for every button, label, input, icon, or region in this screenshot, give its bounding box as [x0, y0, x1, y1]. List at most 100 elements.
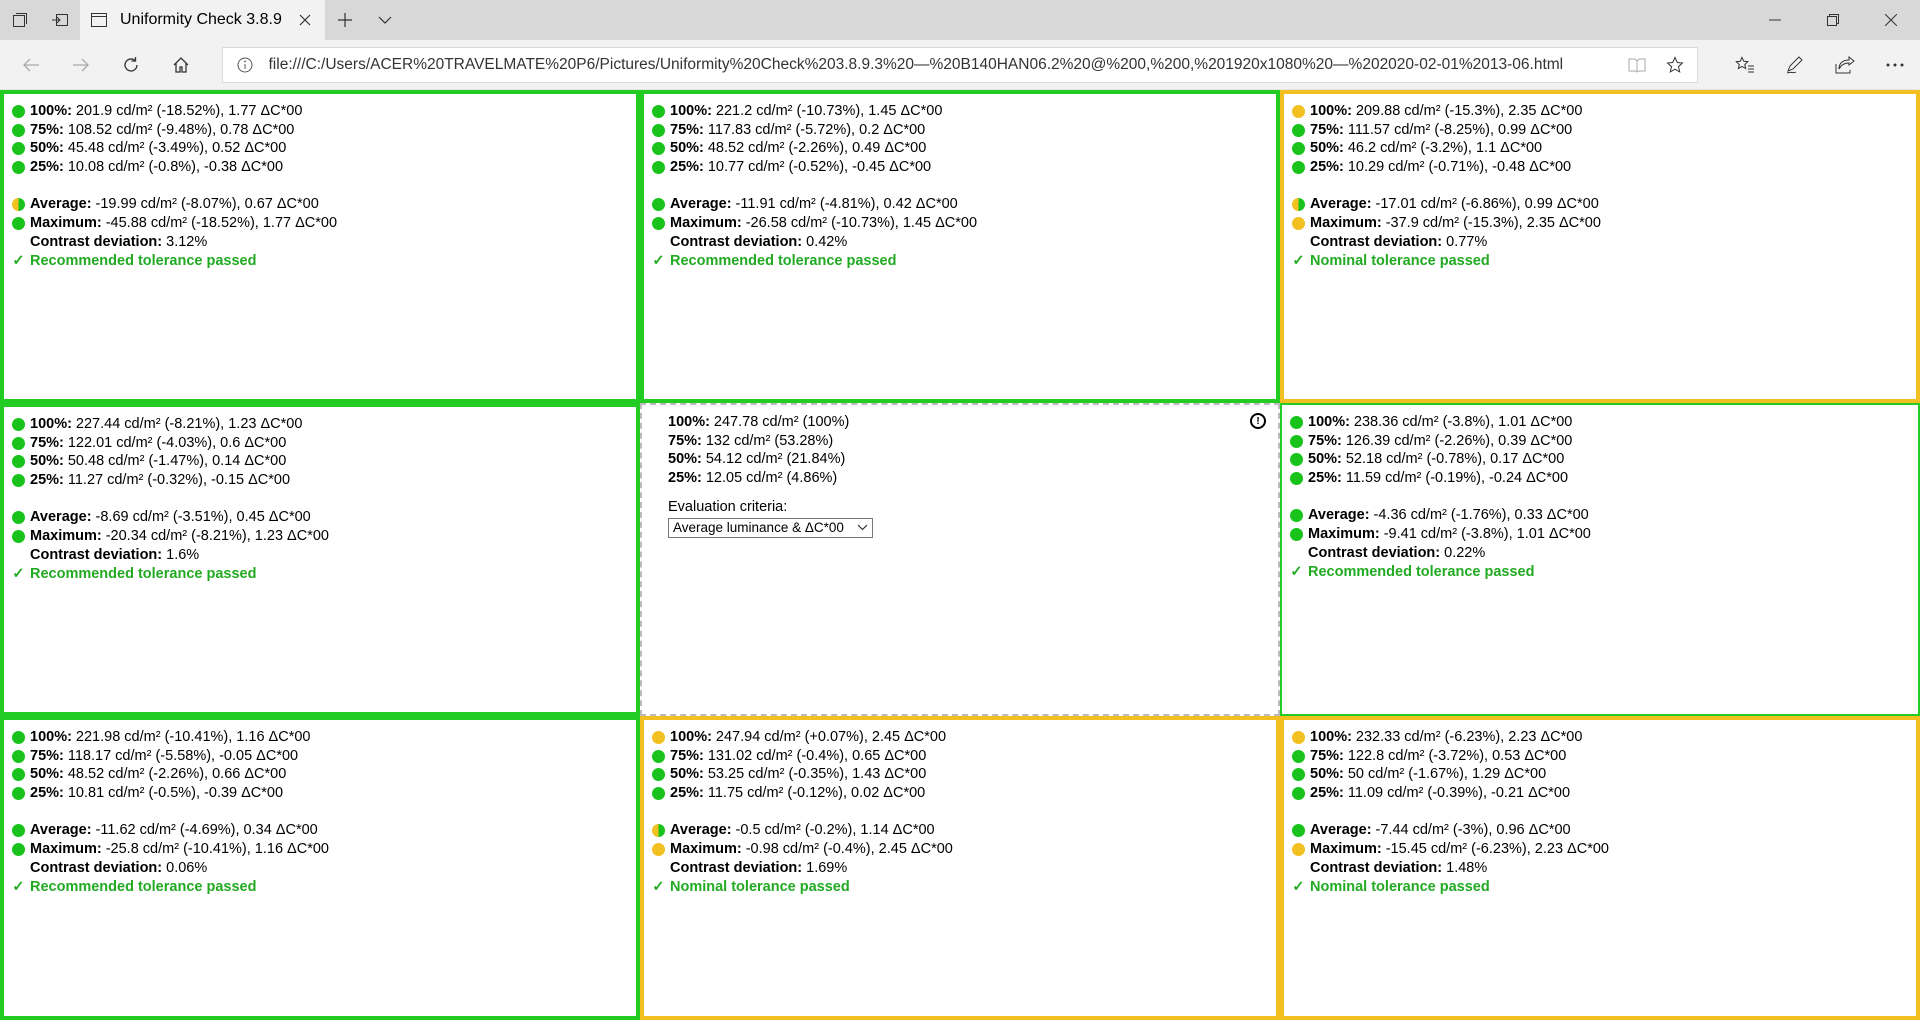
row-50: 50%: 46.2 cd/m² (-3.2%), 1.1 ΔC*00 [1292, 139, 1908, 158]
label-100: 100%: [670, 103, 712, 119]
reading-view-icon[interactable] [1623, 51, 1651, 79]
row-100: 100%: 247.94 cd/m² (+0.07%), 2.45 ΔC*00 [652, 728, 1268, 747]
value-average: -4.36 cd/m² (-1.76%), 0.33 ΔC*00 [1373, 507, 1589, 524]
label-100: 100%: [1310, 103, 1352, 119]
row-25: 25%: 11.09 cd/m² (-0.39%), -0.21 ΔC*00 [1292, 784, 1908, 803]
set-tabs-aside-button[interactable] [40, 0, 80, 40]
grid-cell-2: 100%: 221.2 cd/m² (-10.73%), 1.45 ΔC*00 7… [640, 90, 1280, 403]
label-100: 100%: [30, 729, 72, 745]
status-dot [1290, 527, 1303, 541]
row-100: 100%: 209.88 cd/m² (-15.3%), 2.35 ΔC*00 [1292, 102, 1908, 121]
value-50: 50 cd/m² (-1.67%), 1.29 ΔC*00 [1347, 766, 1547, 783]
minimize-button[interactable] [1746, 0, 1804, 40]
row-result: ✓ Nominal tolerance passed [1292, 252, 1908, 271]
refresh-icon [124, 56, 138, 72]
more-options-button[interactable] [1870, 45, 1920, 85]
tab-uniformity-check[interactable]: Uniformity Check 3.8.9.3 [80, 0, 325, 40]
status-dot [652, 730, 665, 744]
grid-cell-7: 100%: 221.98 cd/m² (-10.41%), 1.16 ΔC*00 … [0, 716, 640, 1020]
refresh-button[interactable] [106, 45, 156, 85]
checkmark-icon: ✓ [1292, 878, 1305, 895]
arrow-right-icon [72, 58, 89, 71]
checkmark-icon: ✓ [1292, 252, 1305, 269]
checkmark-icon: ✓ [652, 252, 665, 269]
label-25: 25%: [668, 470, 702, 487]
label-contrast: Contrast deviation: [670, 859, 803, 876]
label-75: 75%: [30, 434, 64, 451]
row-75: 75%: 132 cd/m² (53.28%) [650, 432, 1270, 451]
status-dot [1290, 453, 1303, 467]
status-dot [1292, 123, 1305, 137]
label-25: 25%: [670, 159, 704, 176]
favorite-star-icon[interactable] [1661, 51, 1689, 79]
label-average: Average: [670, 196, 732, 213]
status-dot [1290, 471, 1303, 485]
label-25: 25%: [670, 785, 704, 802]
row-100: 100%: 201.9 cd/m² (-18.52%), 1.77 ΔC*00 [12, 102, 628, 121]
status-dot [12, 123, 25, 137]
value-50: 54.12 cd/m² (21.84%) [705, 451, 846, 468]
value-25: 11.75 cd/m² (-0.12%), 0.02 ΔC*00 [707, 785, 926, 802]
status-dot [12, 768, 25, 782]
value-75: 126.39 cd/m² (-2.26%), 0.39 ΔC*00 [1345, 432, 1573, 449]
status-dot [652, 142, 665, 156]
row-25: 25%: 10.08 cd/m² (-0.8%), -0.38 ΔC*00 [12, 158, 628, 177]
label-100: 100%: [1310, 729, 1352, 745]
address-bar[interactable]: file:///C:/Users/ACER%20TRAVELMATE%20P6/… [221, 46, 1698, 83]
new-tab-button[interactable] [325, 0, 365, 40]
evaluation-criteria-select[interactable]: Average luminance & ΔC*00 [668, 517, 873, 538]
row-100: 100%: 238.36 cd/m² (-3.8%), 1.01 ΔC*00 [1290, 413, 1910, 432]
chevron-down-icon [857, 524, 868, 531]
row-maximum: Maximum: -20.34 cd/m² (-8.21%), 1.23 ΔC*0… [12, 527, 628, 546]
row-50: 50%: 50.48 cd/m² (-1.47%), 0.14 ΔC*00 [12, 452, 628, 471]
value-contrast: 1.48% [1446, 859, 1488, 876]
value-50: 48.52 cd/m² (-2.26%), 0.49 ΔC*00 [707, 140, 927, 157]
navigation-bar: file:///C:/Users/ACER%20TRAVELMATE%20P6/… [0, 40, 1920, 90]
status-dot [1292, 142, 1305, 156]
tabs-aside-icon [13, 13, 27, 27]
set-aside-icon [52, 14, 68, 26]
value-25: 11.09 cd/m² (-0.39%), -0.21 ΔC*00 [1347, 785, 1571, 802]
value-75: 108.52 cd/m² (-9.48%), 0.78 ΔC*00 [67, 121, 295, 138]
row-75: 75%: 131.02 cd/m² (-0.4%), 0.65 ΔC*00 [652, 747, 1268, 766]
row-100: 100%: 247.78 cd/m² (100%) [650, 413, 1270, 432]
tab-list-button[interactable] [365, 0, 405, 40]
row-50: 50%: 48.52 cd/m² (-2.26%), 0.66 ΔC*00 [12, 765, 628, 784]
back-button[interactable] [6, 45, 56, 85]
info-icon[interactable]: ! [1250, 413, 1266, 429]
value-100: 247.78 cd/m² (100%) [713, 414, 850, 430]
row-25: 25%: 11.75 cd/m² (-0.12%), 0.02 ΔC*00 [652, 784, 1268, 803]
share-button[interactable] [1820, 45, 1870, 85]
favorites-button[interactable] [1720, 45, 1770, 85]
restore-button[interactable] [1804, 0, 1862, 40]
status-dot [1292, 198, 1305, 212]
row-100: 100%: 221.98 cd/m² (-10.41%), 1.16 ΔC*00 [12, 728, 628, 747]
value-100: 221.98 cd/m² (-10.41%), 1.16 ΔC*00 [75, 729, 311, 745]
row-result: ✓ Recommended tolerance passed [1290, 563, 1910, 582]
value-average: -0.5 cd/m² (-0.2%), 1.14 ΔC*00 [735, 822, 935, 839]
tolerance-result: Nominal tolerance passed [670, 878, 850, 895]
tab-close-icon[interactable] [295, 10, 315, 30]
row-average: Average: -4.36 cd/m² (-1.76%), 0.33 ΔC*00 [1290, 506, 1910, 525]
label-50: 50%: [1308, 451, 1342, 468]
row-average: Average: -19.99 cd/m² (-8.07%), 0.67 ΔC*0… [12, 195, 628, 214]
label-maximum: Maximum: [30, 215, 102, 232]
close-window-button[interactable] [1862, 0, 1920, 40]
value-25: 10.77 cd/m² (-0.52%), -0.45 ΔC*00 [707, 159, 932, 176]
checkmark-icon: ✓ [652, 878, 665, 895]
status-dot [12, 455, 25, 469]
value-25: 10.29 cd/m² (-0.71%), -0.48 ΔC*00 [1347, 159, 1572, 176]
label-50: 50%: [30, 140, 64, 157]
row-contrast: Contrast deviation: 1.6% [12, 546, 628, 565]
row-50: 50%: 53.25 cd/m² (-0.35%), 1.43 ΔC*00 [652, 765, 1268, 784]
label-25: 25%: [1308, 470, 1342, 487]
forward-button[interactable] [56, 45, 106, 85]
info-icon[interactable] [231, 51, 259, 79]
label-50: 50%: [670, 140, 704, 157]
tab-manager-button[interactable] [0, 0, 40, 40]
web-notes-button[interactable] [1770, 45, 1820, 85]
row-maximum: Maximum: -0.98 cd/m² (-0.4%), 2.45 ΔC*00 [652, 840, 1268, 859]
value-50: 46.2 cd/m² (-3.2%), 1.1 ΔC*00 [1347, 140, 1543, 157]
home-button[interactable] [156, 45, 206, 85]
